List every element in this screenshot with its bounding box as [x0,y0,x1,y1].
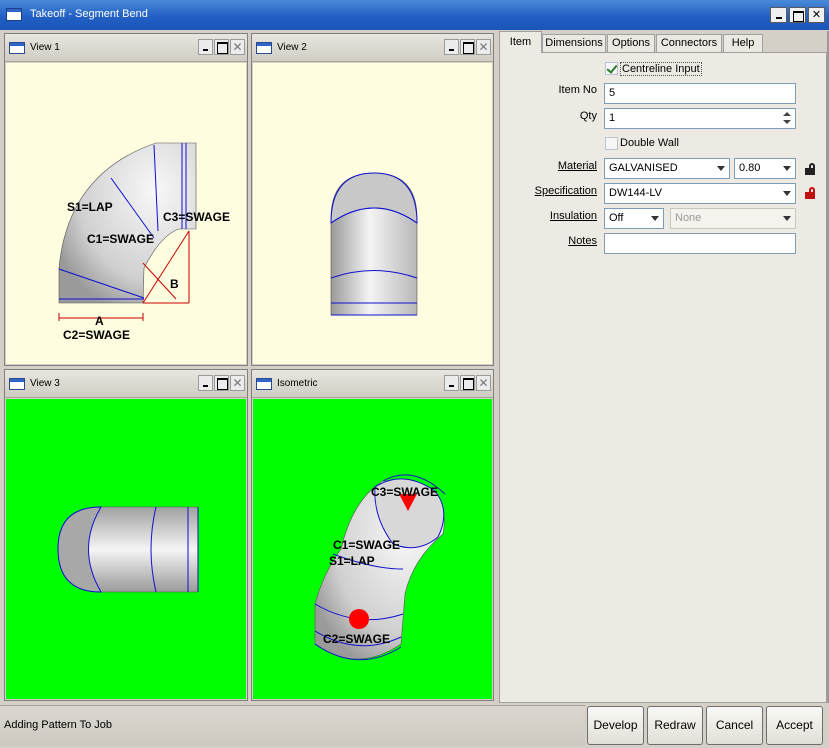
view3-close-button[interactable]: ✕ [230,375,245,391]
insulation-type-dropdown: None [670,208,796,229]
qty-value: 1 [609,112,616,124]
material-label[interactable]: Material [502,160,597,172]
isometric-drawing: C3=SWAGE C1=SWAGE S1=LAP C2=SWAGE [314,474,446,661]
cancel-button[interactable]: Cancel [706,706,763,745]
title-bar: Takeoff - Segment Bend ✕ [0,0,829,30]
specification-value: DW144-LV [609,187,662,199]
material-lock-icon[interactable] [805,163,815,175]
window-title: Takeoff - Segment Bend [30,8,148,20]
insulation-value: Off [609,212,624,224]
view1-canvas[interactable]: S1=LAP C1=SWAGE C3=SWAGE B A C2=SWAGE [6,63,246,364]
view1-title: View 1 [30,42,60,53]
view2-pane: View 2 ✕ [251,33,494,366]
isometric-maximize-button[interactable] [460,375,475,391]
item-form: Centreline Input Item No 5 Qty 1 Double … [499,52,827,703]
chevron-down-icon [783,191,791,196]
properties-panel: Item Dimensions Options Connectors Help … [499,31,827,703]
view3-title: View 3 [30,378,60,389]
iso-s1-label: S1=LAP [329,554,375,568]
view3-drawing [57,506,199,593]
view2-drawing [330,172,418,316]
view2-header: View 2 ✕ [252,34,493,62]
develop-button[interactable]: Develop [587,706,644,745]
notes-input[interactable] [604,233,796,254]
accept-button[interactable]: Accept [766,706,823,745]
close-button[interactable]: ✕ [808,7,825,23]
isometric-header: Isometric ✕ [252,370,493,398]
view1-maximize-button[interactable] [214,39,229,55]
status-text: Adding Pattern To Job [4,719,113,731]
tab-connectors[interactable]: Connectors [656,34,722,52]
view1-c1-label: C1=SWAGE [87,232,154,246]
centreline-input-label: Centreline Input [620,62,702,76]
view3-maximize-button[interactable] [214,375,229,391]
window-icon [6,8,22,21]
view-window-icon [256,378,272,390]
insulation-type-value: None [675,212,702,224]
specification-label[interactable]: Specification [502,185,597,197]
tab-options[interactable]: Options [607,34,655,52]
view3-header: View 3 ✕ [5,370,247,398]
redraw-button[interactable]: Redraw [647,706,703,745]
view1-drawing: S1=LAP C1=SWAGE C3=SWAGE B A C2=SWAGE [58,142,230,342]
status-bar: Adding Pattern To Job [0,705,585,746]
view1-c2-label: C2=SWAGE [63,328,130,342]
view1-a-label: A [95,314,104,328]
gauge-value: 0.80 [739,162,761,174]
view-window-icon [256,42,272,54]
chevron-down-icon [651,216,659,221]
specification-lock-icon[interactable] [805,187,815,199]
tab-strip: Item Dimensions Options Connectors Help [499,31,827,53]
material-dropdown[interactable]: GALVANISED [604,158,730,179]
view1-close-button[interactable]: ✕ [230,39,245,55]
iso-c2-label: C2=SWAGE [323,632,390,646]
view1-header: View 1 ✕ [5,34,247,62]
view-window-icon [9,42,25,54]
view1-c3-label: C3=SWAGE [163,210,230,224]
centreline-input-checkbox[interactable] [605,62,618,75]
tab-item[interactable]: Item [499,31,542,53]
minimize-button[interactable] [770,7,787,23]
qty-stepper[interactable]: 1 [604,108,796,129]
view2-minimize-button[interactable] [444,39,459,55]
chevron-down-icon [717,166,725,171]
view2-canvas[interactable] [253,63,492,364]
isometric-minimize-button[interactable] [444,375,459,391]
view-window-icon [9,378,25,390]
chevron-down-icon [783,216,791,221]
item-no-label: Item No [558,84,597,96]
double-wall-checkbox[interactable] [605,137,618,150]
isometric-close-button[interactable]: ✕ [476,375,491,391]
view1-pane: View 1 ✕ S1=LAP C1=SWAGE C3=SWAGE B A C2… [4,33,248,366]
iso-c1-label: C1=SWAGE [333,538,400,552]
view3-pane: View 3 ✕ [4,369,248,701]
view3-canvas[interactable] [6,399,246,699]
view1-s1-label: S1=LAP [67,200,113,214]
view2-title: View 2 [277,42,307,53]
item-no-input[interactable]: 5 [604,83,796,104]
gauge-dropdown[interactable]: 0.80 [734,158,796,179]
isometric-canvas[interactable]: C3=SWAGE C1=SWAGE S1=LAP C2=SWAGE [253,399,492,699]
isometric-pane: Isometric ✕ C3=SWAGE C1=SWAGE S1=LAP C2=… [251,369,494,701]
tab-dimensions[interactable]: Dimensions [542,34,606,52]
iso-c3-label: C3=SWAGE [371,485,438,499]
chevron-down-icon [783,166,791,171]
double-wall-label: Double Wall [620,137,679,149]
view2-close-button[interactable]: ✕ [476,39,491,55]
view1-b-label: B [170,277,179,291]
isometric-title: Isometric [277,378,318,389]
qty-spin-arrows[interactable] [781,110,793,127]
tab-help[interactable]: Help [723,34,763,52]
maximize-button[interactable] [789,7,806,23]
material-value: GALVANISED [609,162,678,174]
view2-maximize-button[interactable] [460,39,475,55]
insulation-label[interactable]: Insulation [502,210,597,222]
notes-label[interactable]: Notes [502,235,597,247]
view3-minimize-button[interactable] [198,375,213,391]
view1-minimize-button[interactable] [198,39,213,55]
specification-dropdown[interactable]: DW144-LV [604,183,796,204]
insulation-dropdown[interactable]: Off [604,208,664,229]
qty-label: Qty [579,110,597,122]
